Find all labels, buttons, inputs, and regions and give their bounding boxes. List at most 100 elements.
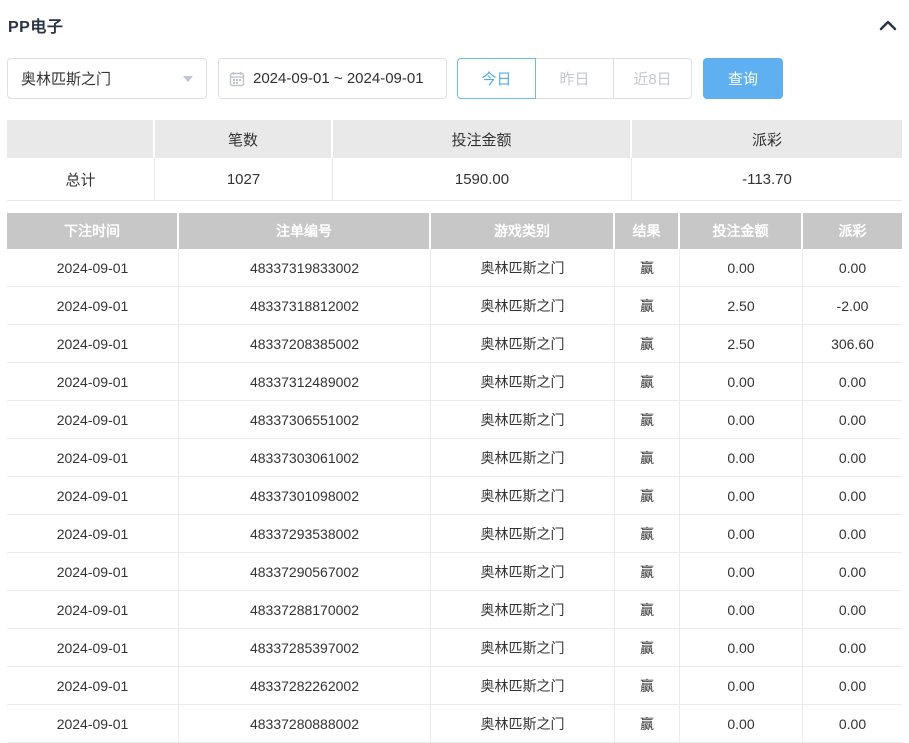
table-row: 2024-09-01 48337208385002 奥林匹斯之门赢 2.50 306.6… (7, 325, 902, 363)
cell-order-id: 48337318812002 (179, 287, 431, 325)
cell-order-id: 48337293538002 (179, 515, 431, 553)
cell-payout: 0.00 (803, 553, 902, 591)
cell-result: 赢 (615, 629, 680, 667)
column-header-bet-time: 下注时间 (7, 213, 179, 249)
chevron-down-icon (183, 75, 193, 82)
cell-bet-amount: 0.00 (680, 477, 803, 515)
summary-header-payout: 派彩 (632, 120, 902, 158)
date-range-picker[interactable]: 2024-09-01 ~ 2024-09-01 (218, 58, 447, 99)
cell-bet-amount: 0.00 (680, 553, 803, 591)
cell-bet-amount: 0.00 (680, 515, 803, 553)
summary-total-payout: -113.70 (632, 158, 902, 201)
cell-bet-amount: 0.00 (680, 629, 803, 667)
table-row: 2024-09-01 48337282262002 奥林匹斯之门赢 0.00 0.00 (7, 667, 902, 705)
cell-game-type: 奥林匹斯之门 (431, 667, 615, 705)
summary-total-count: 1027 (155, 158, 333, 201)
cell-payout: 306.60 (803, 325, 902, 363)
cell-game-type: 奥林匹斯之门 (431, 629, 615, 667)
last8days-button[interactable]: 近8日 (613, 58, 692, 99)
cell-bet-time: 2024-09-01 (7, 287, 179, 325)
cell-order-id: 48337285397002 (179, 629, 431, 667)
cell-result: 赢 (615, 363, 680, 401)
cell-payout: 0.00 (803, 591, 902, 629)
game-select[interactable]: 奥林匹斯之门 (7, 58, 207, 99)
bet-table-header-row: 下注时间 注单编号 游戏类别 结果 投注金额 派彩 (7, 213, 902, 249)
cell-game-type: 奥林匹斯之门 (431, 439, 615, 477)
cell-order-id: 48337303061002 (179, 439, 431, 477)
table-row: 2024-09-01 48337303061002 奥林匹斯之门赢 0.00 0.00 (7, 439, 902, 477)
cell-order-id: 48337306551002 (179, 401, 431, 439)
game-select-value: 奥林匹斯之门 (21, 71, 112, 88)
cell-result: 赢 (615, 477, 680, 515)
cell-bet-time: 2024-09-01 (7, 439, 179, 477)
cell-bet-time: 2024-09-01 (7, 401, 179, 439)
cell-bet-time: 2024-09-01 (7, 553, 179, 591)
yesterday-button[interactable]: 昨日 (535, 58, 614, 99)
column-header-order-id: 注单编号 (179, 213, 431, 249)
column-header-result: 结果 (615, 213, 680, 249)
summary-header-empty (7, 120, 155, 158)
cell-payout: 0.00 (803, 705, 902, 743)
cell-bet-amount: 0.00 (680, 363, 803, 401)
cell-result: 赢 (615, 287, 680, 325)
cell-payout: -2.00 (803, 287, 902, 325)
cell-result: 赢 (615, 705, 680, 743)
summary-header-bet-amount: 投注金额 (333, 120, 632, 158)
cell-bet-amount: 0.00 (680, 249, 803, 287)
cell-result: 赢 (615, 553, 680, 591)
panel-header: PP电子 (7, 0, 902, 37)
summary-total-row: 总计 1027 1590.00 -113.70 (7, 158, 902, 201)
cell-bet-time: 2024-09-01 (7, 477, 179, 515)
cell-bet-time: 2024-09-01 (7, 629, 179, 667)
summary-total-label: 总计 (7, 158, 155, 201)
cell-result: 赢 (615, 325, 680, 363)
cell-payout: 0.00 (803, 477, 902, 515)
summary-header-count: 笔数 (155, 120, 333, 158)
cell-payout: 0.00 (803, 363, 902, 401)
pp-electronics-panel: PP电子 奥林匹斯之门 2024-09-01 ~ 2024-09-01 今日 昨… (0, 0, 909, 743)
cell-game-type: 奥林匹斯之门 (431, 515, 615, 553)
cell-payout: 0.00 (803, 249, 902, 287)
cell-payout: 0.00 (803, 439, 902, 477)
cell-result: 赢 (615, 591, 680, 629)
chevron-up-icon (879, 19, 897, 31)
cell-game-type: 奥林匹斯之门 (431, 249, 615, 287)
cell-game-type: 奥林匹斯之门 (431, 325, 615, 363)
summary-header-row: 笔数 投注金额 派彩 (7, 120, 902, 158)
panel-title: PP电子 (8, 19, 64, 36)
cell-result: 赢 (615, 439, 680, 477)
cell-bet-time: 2024-09-01 (7, 591, 179, 629)
table-row: 2024-09-01 48337290567002 奥林匹斯之门赢 0.00 0.00 (7, 553, 902, 591)
table-row: 2024-09-01 48337280888002 奥林匹斯之门赢 0.00 0.00 (7, 705, 902, 743)
table-row: 2024-09-01 48337288170002 奥林匹斯之门赢 0.00 0.00 (7, 591, 902, 629)
today-button[interactable]: 今日 (457, 58, 536, 99)
cell-bet-amount: 0.00 (680, 705, 803, 743)
cell-payout: 0.00 (803, 629, 902, 667)
bet-table-body: 2024-09-01 48337319833002 奥林匹斯之门赢 0.00 0.00 2… (7, 249, 902, 743)
cell-order-id: 48337282262002 (179, 667, 431, 705)
cell-bet-amount: 0.00 (680, 667, 803, 705)
quick-date-button-group: 今日 昨日 近8日 (457, 58, 692, 99)
query-button[interactable]: 查询 (703, 58, 783, 99)
cell-game-type: 奥林匹斯之门 (431, 591, 615, 629)
cell-bet-amount: 2.50 (680, 325, 803, 363)
cell-order-id: 48337288170002 (179, 591, 431, 629)
cell-bet-amount: 0.00 (680, 591, 803, 629)
table-row: 2024-09-01 48337318812002 奥林匹斯之门赢 2.50 -2.00 (7, 287, 902, 325)
collapse-panel-button[interactable] (877, 15, 899, 35)
cell-result: 赢 (615, 249, 680, 287)
cell-result: 赢 (615, 515, 680, 553)
table-row: 2024-09-01 48337301098002 奥林匹斯之门赢 0.00 0.00 (7, 477, 902, 515)
cell-payout: 0.00 (803, 515, 902, 553)
cell-bet-time: 2024-09-01 (7, 363, 179, 401)
calendar-icon (229, 71, 245, 87)
cell-game-type: 奥林匹斯之门 (431, 553, 615, 591)
cell-order-id: 48337208385002 (179, 325, 431, 363)
table-row: 2024-09-01 48337285397002 奥林匹斯之门赢 0.00 0.00 (7, 629, 902, 667)
column-header-payout: 派彩 (803, 213, 902, 249)
cell-order-id: 48337290567002 (179, 553, 431, 591)
summary-total-bet-amount: 1590.00 (333, 158, 632, 201)
column-header-game-type: 游戏类别 (431, 213, 615, 249)
cell-payout: 0.00 (803, 401, 902, 439)
cell-order-id: 48337312489002 (179, 363, 431, 401)
